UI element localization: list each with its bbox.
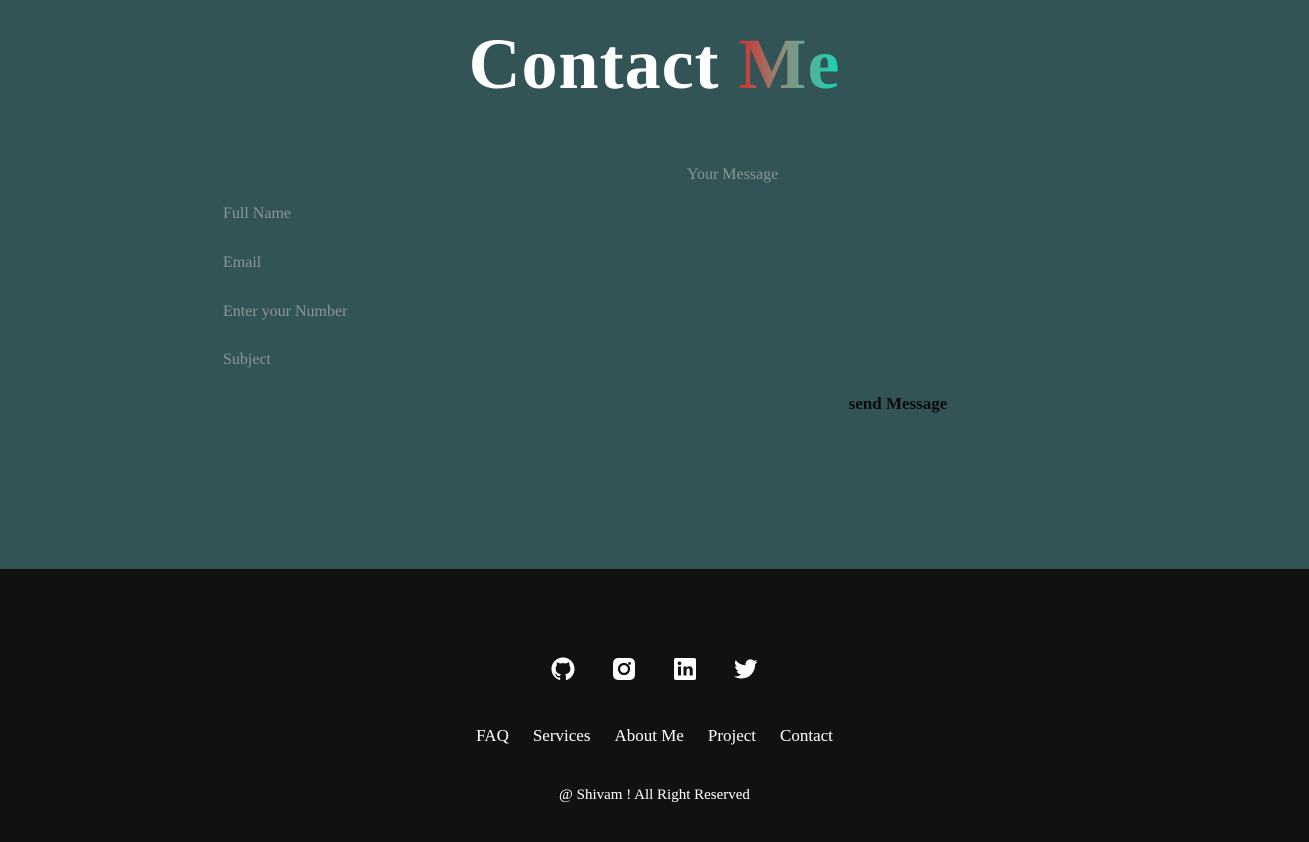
instagram-icon[interactable]: [612, 657, 636, 681]
footer-link-project[interactable]: Project: [708, 726, 756, 746]
email-input[interactable]: [215, 248, 635, 278]
contact-section: Contact Me send Message: [0, 0, 1309, 569]
full-name-input[interactable]: [215, 199, 635, 229]
number-input[interactable]: [215, 297, 635, 327]
social-links: [0, 657, 1309, 681]
page-title-main: Contact: [468, 24, 720, 104]
footer-link-services[interactable]: Services: [533, 726, 591, 746]
subject-input[interactable]: [215, 345, 635, 375]
send-message-button[interactable]: send Message: [838, 389, 958, 419]
footer: FAQ Services About Me Project Contact @ …: [0, 569, 1309, 842]
copyright-text: @ Shivam ! All Right Reserved: [559, 787, 750, 803]
footer-link-contact[interactable]: Contact: [780, 726, 833, 746]
footer-link-about-me[interactable]: About Me: [614, 726, 683, 746]
github-icon[interactable]: [551, 657, 575, 681]
message-textarea[interactable]: [680, 160, 1100, 360]
footer-link-faq[interactable]: FAQ: [476, 726, 509, 746]
twitter-icon[interactable]: [734, 657, 758, 681]
linkedin-icon[interactable]: [673, 657, 697, 681]
page-title: Contact Me: [0, 24, 1309, 104]
page-title-accent: Me: [738, 24, 841, 104]
footer-links: FAQ Services About Me Project Contact: [0, 726, 1309, 746]
